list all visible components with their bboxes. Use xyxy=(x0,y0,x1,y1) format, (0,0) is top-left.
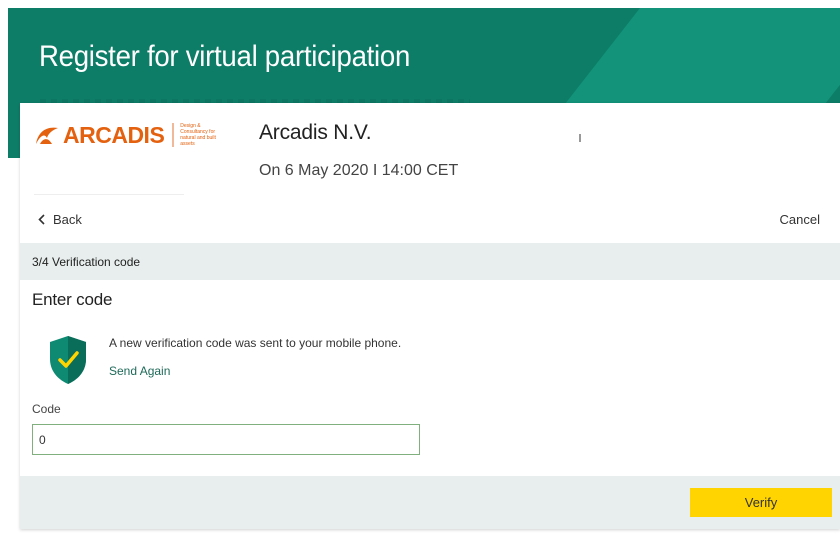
step-label: 3/4 Verification code xyxy=(32,254,141,269)
nav-row: Back Cancel xyxy=(20,199,840,243)
page-title: Register for virtual participation xyxy=(39,40,411,73)
logo-divider xyxy=(34,194,184,195)
verify-button[interactable]: Verify xyxy=(690,488,832,517)
back-link[interactable]: Back xyxy=(38,212,82,227)
arcadis-logo-icon xyxy=(36,127,58,144)
send-again-link[interactable]: Send Again xyxy=(109,364,170,378)
back-label: Back xyxy=(53,212,82,227)
code-input[interactable] xyxy=(32,424,420,455)
shield-check-icon xyxy=(50,336,86,384)
faint-mark xyxy=(579,134,581,142)
footer-bar: Verify xyxy=(20,476,840,529)
section-title: Enter code xyxy=(32,290,113,309)
event-info: ARCADIS Design & Consultancy for natural… xyxy=(20,103,840,199)
company-logo: ARCADIS Design & Consultancy for natural… xyxy=(34,121,244,149)
logo-text: ARCADIS xyxy=(63,121,165,148)
verification-notice: A new verification code was sent to your… xyxy=(109,336,402,350)
top-blur xyxy=(40,99,470,103)
step-indicator: 3/4 Verification code xyxy=(20,243,840,280)
code-label: Code xyxy=(32,402,61,416)
event-date: On 6 May 2020 I 14:00 CET xyxy=(259,162,459,179)
cancel-link[interactable]: Cancel xyxy=(780,212,820,227)
registration-card: ARCADIS Design & Consultancy for natural… xyxy=(20,103,840,529)
logo-tagline: Design & Consultancy for natural and bui… xyxy=(172,123,228,147)
chevron-left-icon xyxy=(38,214,45,225)
company-name: Arcadis N.V. xyxy=(259,121,372,144)
